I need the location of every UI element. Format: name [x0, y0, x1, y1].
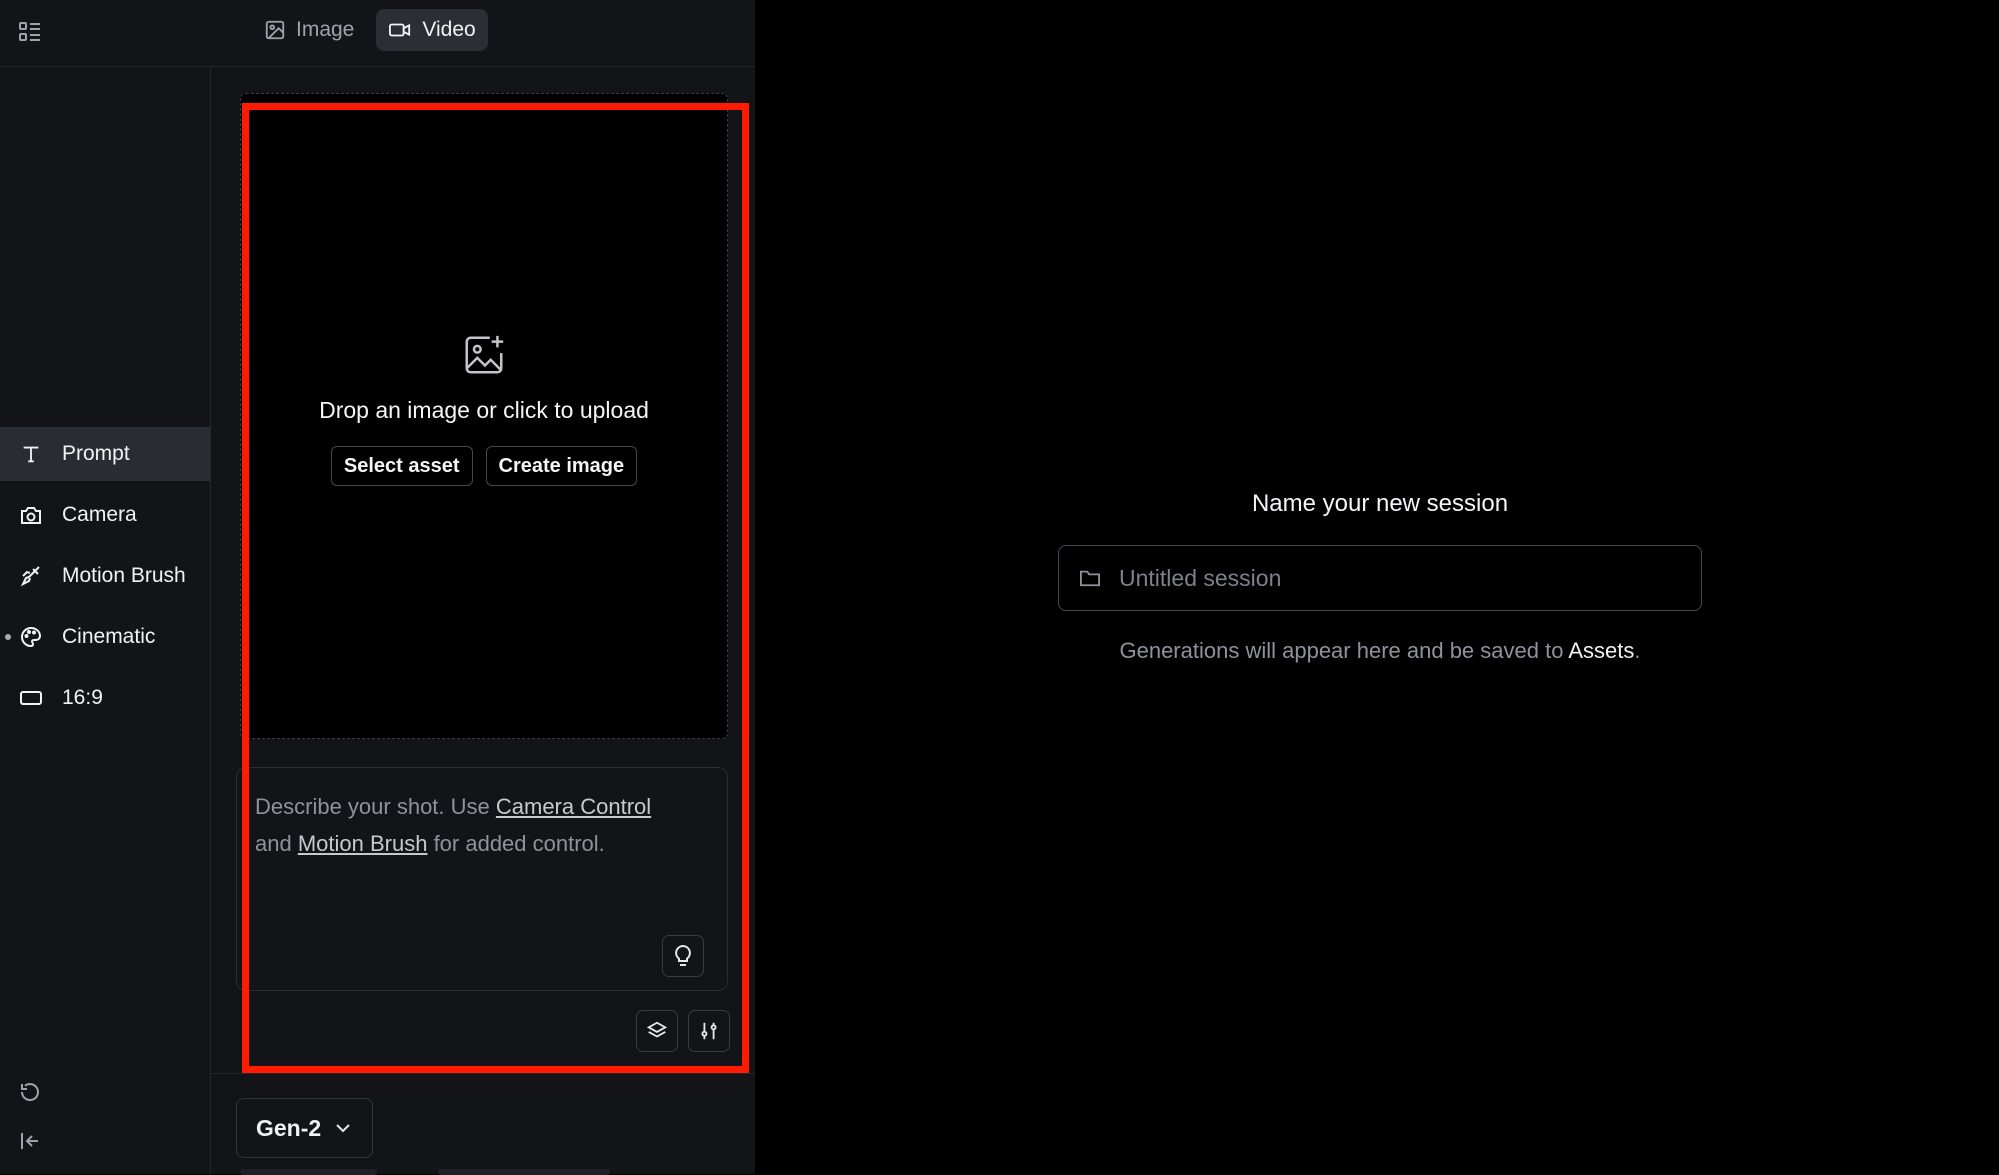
- sidebar-item-label: Prompt: [62, 442, 130, 465]
- palette-icon: [21, 626, 42, 648]
- create-image-button[interactable]: Create image: [485, 446, 638, 486]
- add-image-icon: [465, 335, 504, 374]
- sidebar-item-cinematic[interactable]: Cinematic: [0, 610, 210, 664]
- settings-button[interactable]: [688, 1010, 730, 1052]
- text-icon: [23, 446, 39, 463]
- camera-icon: [21, 507, 41, 524]
- prompt-panel: Drop an image or click to upload Select …: [211, 67, 755, 1175]
- undo-history-icon: [20, 1083, 39, 1101]
- prompt-text-segment: Describe your shot. Use: [255, 794, 496, 819]
- panel-divider: [211, 1073, 755, 1074]
- scroll-peek-item: [240, 1169, 377, 1175]
- model-select-value: Gen-2: [256, 1114, 322, 1141]
- session-note: Generations will appear here and be save…: [1058, 638, 1702, 664]
- history-button[interactable]: [14, 1076, 46, 1108]
- session-area: Name your new session Generations will a…: [1058, 490, 1702, 664]
- sidebar-item-camera[interactable]: Camera: [0, 488, 210, 542]
- session-title: Name your new session: [1251, 490, 1509, 517]
- select-asset-button[interactable]: Select asset: [330, 446, 473, 486]
- layers-icon: [646, 1021, 668, 1038]
- top-bar: Image Video: [0, 0, 755, 67]
- sidebar: Prompt Camera Motion Brush Cinematic 16:…: [0, 67, 211, 1174]
- tab-video-label: Video: [422, 18, 476, 41]
- collapse-sidebar-button[interactable]: [14, 1125, 46, 1157]
- prompt-ideas-button[interactable]: [662, 935, 704, 977]
- prompt-text-segment: and: [255, 831, 298, 856]
- prompt-text-segment: for added control.: [427, 831, 605, 856]
- camera-control-link[interactable]: Camera Control: [496, 794, 651, 819]
- sidebar-item-label: Cinematic: [62, 625, 156, 648]
- scroll-peek-item: [438, 1169, 610, 1175]
- left-panel: Image Video Prompt Camera Motion Brush C…: [0, 0, 755, 1175]
- session-name-input[interactable]: [1117, 563, 1701, 593]
- session-name-field[interactable]: [1058, 545, 1702, 611]
- layers-button[interactable]: [636, 1010, 678, 1052]
- sidebar-item-label: Motion Brush: [62, 564, 186, 587]
- lightbulb-icon: [675, 944, 691, 966]
- image-icon: [265, 20, 285, 40]
- dropzone-title: Drop an image or click to upload: [319, 397, 649, 423]
- sidebar-item-aspect-ratio[interactable]: 16:9: [0, 671, 210, 725]
- tab-image-label: Image: [296, 18, 355, 41]
- prompt-textarea[interactable]: Describe your shot. Use Camera Control a…: [236, 767, 728, 991]
- model-select[interactable]: Gen-2: [236, 1098, 373, 1158]
- active-dot: [5, 634, 11, 640]
- image-dropzone[interactable]: Drop an image or click to upload Select …: [240, 93, 728, 739]
- menu-toggle-button[interactable]: [14, 16, 46, 48]
- session-note-text: .: [1634, 638, 1641, 663]
- sidebar-item-prompt[interactable]: Prompt: [0, 427, 210, 481]
- assets-link[interactable]: Assets: [1568, 638, 1634, 663]
- prompt-placeholder: Describe your shot. Use Camera Control a…: [255, 788, 695, 862]
- aspect-ratio-icon: [20, 691, 42, 705]
- session-note-text: Generations will appear here and be save…: [1119, 638, 1569, 663]
- collapse-left-icon: [21, 1133, 38, 1149]
- motion-brush-link[interactable]: Motion Brush: [298, 831, 428, 856]
- tab-image[interactable]: Image: [252, 9, 366, 51]
- folder-icon: [1080, 570, 1100, 587]
- sidebar-item-motion-brush[interactable]: Motion Brush: [0, 549, 210, 603]
- chevron-down-icon: [336, 1124, 350, 1133]
- menu-grid-icon: [19, 22, 40, 41]
- mode-tabs: Image Video: [252, 9, 488, 51]
- video-icon: [389, 23, 411, 37]
- sidebar-item-label: 16:9: [62, 686, 103, 709]
- brush-icon: [20, 566, 40, 587]
- sidebar-item-label: Camera: [62, 503, 137, 526]
- settings-sliders-icon: [701, 1022, 717, 1040]
- tab-video[interactable]: Video: [376, 9, 488, 51]
